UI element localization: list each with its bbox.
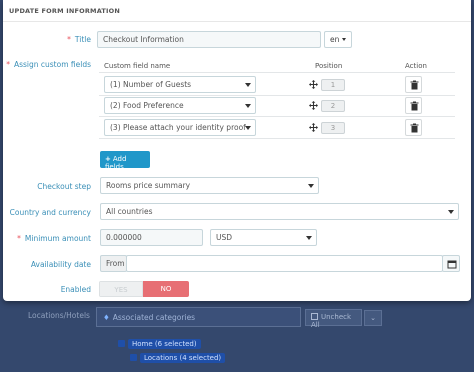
minimum-amount-label: * Minimum amount	[17, 234, 91, 243]
locations-hotels-label: Locations/Hotels	[28, 311, 90, 320]
trash-icon	[410, 123, 419, 133]
custom-field-select-1[interactable]: (1) Number of Guests	[104, 76, 256, 93]
tree-checkbox-icon[interactable]	[118, 340, 125, 347]
enabled-no-option[interactable]: NO	[143, 281, 189, 297]
move-handle-icon[interactable]	[309, 101, 318, 110]
checkout-step-select[interactable]: Rooms price summary	[100, 177, 319, 194]
divider	[99, 72, 455, 73]
divider	[99, 116, 455, 117]
tree-checkbox-icon[interactable]	[130, 354, 137, 361]
enabled-label: Enabled	[60, 285, 91, 294]
expand-tree-button[interactable]: ⌄	[364, 310, 382, 326]
availability-from-input[interactable]	[126, 255, 443, 272]
trash-icon	[410, 80, 419, 90]
enabled-toggle[interactable]: YES NO	[99, 281, 189, 297]
calendar-icon	[447, 260, 457, 269]
checkbox-icon	[311, 313, 318, 320]
language-dropdown[interactable]: en	[324, 31, 353, 48]
plus-icon: +	[105, 155, 111, 163]
custom-field-select-2[interactable]: (2) Food Preference	[104, 97, 256, 114]
title-label: * Title	[67, 35, 91, 44]
modal-title: UPDATE FORM INFORMATION	[3, 0, 471, 22]
divider	[99, 95, 455, 96]
calendar-button[interactable]	[442, 255, 460, 272]
associated-categories-panel: ♦ Associated categories	[96, 307, 301, 327]
trash-icon	[410, 101, 419, 111]
currency-select[interactable]: USD	[210, 229, 317, 246]
update-form-modal: UPDATE FORM INFORMATION * Title Checkout …	[3, 0, 471, 301]
position-value-2[interactable]: 2	[321, 100, 345, 112]
caret-down-icon	[308, 184, 314, 188]
column-action: Action	[405, 62, 427, 70]
minimum-amount-input[interactable]: 0.000000	[100, 229, 203, 246]
caret-down-icon	[342, 38, 347, 41]
tree-node-home[interactable]: Home (6 selected)	[128, 339, 201, 349]
tag-icon: ♦	[103, 313, 110, 322]
availability-date-label: Availability date	[30, 260, 91, 269]
delete-row-1-button[interactable]	[405, 76, 422, 93]
from-label: From	[100, 255, 127, 272]
delete-row-2-button[interactable]	[405, 97, 422, 114]
title-input[interactable]: Checkout Information	[97, 31, 321, 48]
country-currency-label: Country and currency	[9, 208, 91, 217]
caret-down-icon	[245, 126, 251, 130]
tree-node-locations[interactable]: Locations (4 selected)	[140, 353, 226, 363]
add-fields-button[interactable]: + Add fields	[100, 151, 150, 171]
custom-field-select-3[interactable]: (3) Please attach your identity proof	[104, 119, 256, 136]
delete-row-3-button[interactable]	[405, 119, 422, 136]
position-value-1[interactable]: 1	[321, 79, 345, 91]
position-value-3[interactable]: 3	[321, 122, 345, 134]
checkout-step-label: Checkout step	[37, 182, 91, 191]
category-tree: Home (6 selected) Locations (4 selected)	[118, 339, 226, 363]
custom-fields-label: * Assign custom fields	[6, 60, 91, 69]
caret-down-icon	[448, 210, 454, 214]
move-handle-icon[interactable]	[309, 80, 318, 89]
caret-down-icon	[245, 83, 251, 87]
column-position: Position	[315, 62, 343, 70]
caret-down-icon	[306, 236, 312, 240]
caret-down-icon	[245, 104, 251, 108]
column-custom-field-name: Custom field name	[104, 62, 171, 70]
enabled-yes-option[interactable]: YES	[99, 281, 143, 297]
move-handle-icon[interactable]	[309, 123, 318, 132]
associated-categories-label: Associated categories	[112, 313, 196, 322]
divider	[99, 138, 455, 139]
country-currency-select[interactable]: All countries	[100, 203, 459, 220]
uncheck-all-button[interactable]: Uncheck All	[305, 309, 362, 329]
